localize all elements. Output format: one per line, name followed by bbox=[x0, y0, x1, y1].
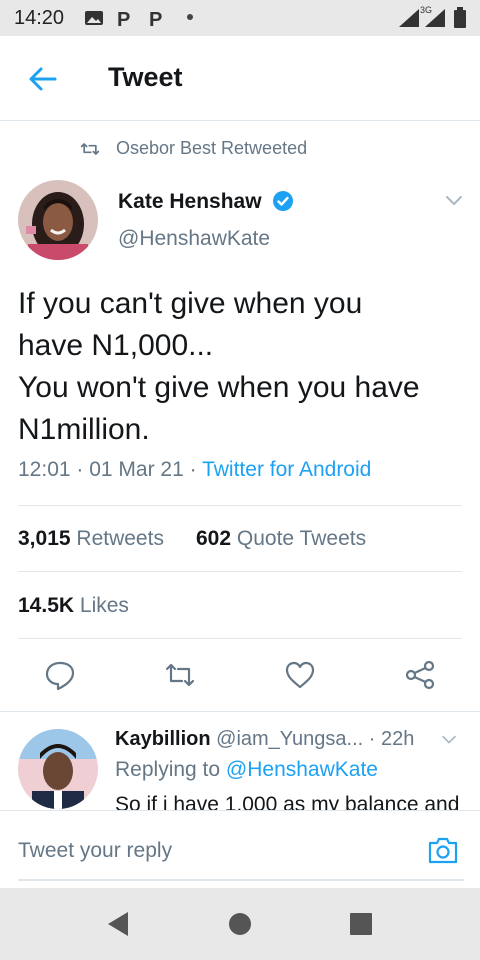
reply-composer: Tweet your reply bbox=[0, 810, 480, 889]
app-header: Tweet bbox=[0, 36, 480, 121]
notification-dot-icon bbox=[187, 14, 193, 20]
reply-header: Kaybillion @iam_Yungsa... · 22h bbox=[115, 728, 414, 751]
reply-chevron-down-icon[interactable] bbox=[440, 734, 458, 746]
divider bbox=[18, 505, 462, 506]
reply-input[interactable]: Tweet your reply bbox=[18, 823, 464, 881]
retweeted-by-label: Osebor Best Retweeted bbox=[116, 138, 308, 158]
replying-to: Replying to @HenshawKate bbox=[115, 758, 378, 782]
reply-icon[interactable] bbox=[44, 659, 76, 691]
status-time: 14:20 bbox=[14, 7, 65, 29]
author-name[interactable]: Kate Henshaw bbox=[118, 190, 262, 214]
like-heart-icon[interactable] bbox=[284, 659, 316, 691]
back-arrow-icon[interactable] bbox=[28, 64, 58, 94]
author-avatar-image bbox=[18, 180, 98, 260]
meta-separator: · bbox=[189, 458, 203, 481]
tweet-meta: 12:01 · 01 Mar 21 · Twitter for Android bbox=[18, 458, 371, 482]
replying-to-label: Replying to bbox=[115, 758, 221, 781]
likes-label: Likes bbox=[79, 594, 129, 617]
camera-icon[interactable] bbox=[427, 835, 459, 865]
verified-badge-icon bbox=[273, 191, 293, 211]
battery-icon bbox=[454, 7, 466, 28]
nav-recents-icon[interactable] bbox=[349, 912, 373, 936]
reply-author-handle[interactable]: @iam_Yungsa... bbox=[216, 728, 363, 750]
status-bar: 14:20 P P 3G bbox=[0, 0, 480, 36]
tweet-time: 12:01 bbox=[18, 458, 71, 481]
page-title: Tweet bbox=[108, 62, 183, 92]
tweet-text-line: N1million. bbox=[18, 413, 150, 446]
chevron-down-icon[interactable] bbox=[444, 194, 464, 208]
retweeted-by[interactable]: Osebor Best Retweeted bbox=[80, 138, 340, 162]
nav-back-icon[interactable] bbox=[106, 911, 130, 937]
reply-input-placeholder: Tweet your reply bbox=[18, 839, 173, 862]
quotes-count: 602 bbox=[196, 527, 232, 550]
tweet-text: If you can't give when you have N1,000..… bbox=[18, 283, 468, 451]
system-nav-bar bbox=[0, 888, 480, 960]
retweets-stat[interactable]: 3,015 Retweets bbox=[18, 527, 164, 551]
quotes-stat[interactable]: 602 Quote Tweets bbox=[196, 527, 366, 551]
tweet-source[interactable]: Twitter for Android bbox=[202, 458, 371, 481]
signal-icon-2 bbox=[425, 9, 445, 27]
reply-author-avatar[interactable] bbox=[18, 729, 98, 809]
svg-text:P: P bbox=[117, 9, 130, 30]
likes-stat[interactable]: 14.5K Likes bbox=[18, 594, 129, 618]
quotes-label: Quote Tweets bbox=[236, 527, 367, 550]
svg-text:P: P bbox=[149, 9, 162, 30]
meta-separator: · bbox=[368, 728, 381, 750]
tweet-date: 01 Mar 21 bbox=[89, 458, 184, 481]
tweet-text-line: have N1,000... bbox=[18, 329, 214, 362]
p-app-icon: P bbox=[117, 9, 130, 30]
likes-count: 14.5K bbox=[18, 594, 75, 617]
tweet-text-line: If you can't give when you bbox=[18, 287, 363, 320]
reply-age: 22h bbox=[380, 728, 415, 750]
author-avatar[interactable] bbox=[18, 180, 98, 260]
tweet-text-line: You won't give when you have bbox=[18, 371, 420, 404]
signal-icon bbox=[399, 9, 419, 27]
gallery-icon bbox=[85, 11, 103, 25]
retweet-small-icon bbox=[80, 143, 100, 155]
reply-author-name[interactable]: Kaybillion bbox=[115, 728, 211, 750]
divider bbox=[18, 638, 462, 639]
p-app-icon-2: P bbox=[149, 9, 162, 30]
reply-author-avatar-image bbox=[18, 729, 98, 809]
meta-separator: · bbox=[76, 458, 90, 481]
share-icon[interactable] bbox=[404, 659, 436, 691]
nav-home-icon[interactable] bbox=[228, 912, 252, 936]
divider bbox=[18, 571, 462, 572]
retweets-label: Retweets bbox=[76, 527, 164, 550]
author-handle[interactable]: @HenshawKate bbox=[118, 227, 270, 251]
retweet-icon[interactable] bbox=[164, 659, 196, 691]
retweets-count: 3,015 bbox=[18, 527, 71, 550]
section-divider bbox=[0, 711, 480, 712]
replying-to-handle[interactable]: @HenshawKate bbox=[226, 758, 378, 781]
